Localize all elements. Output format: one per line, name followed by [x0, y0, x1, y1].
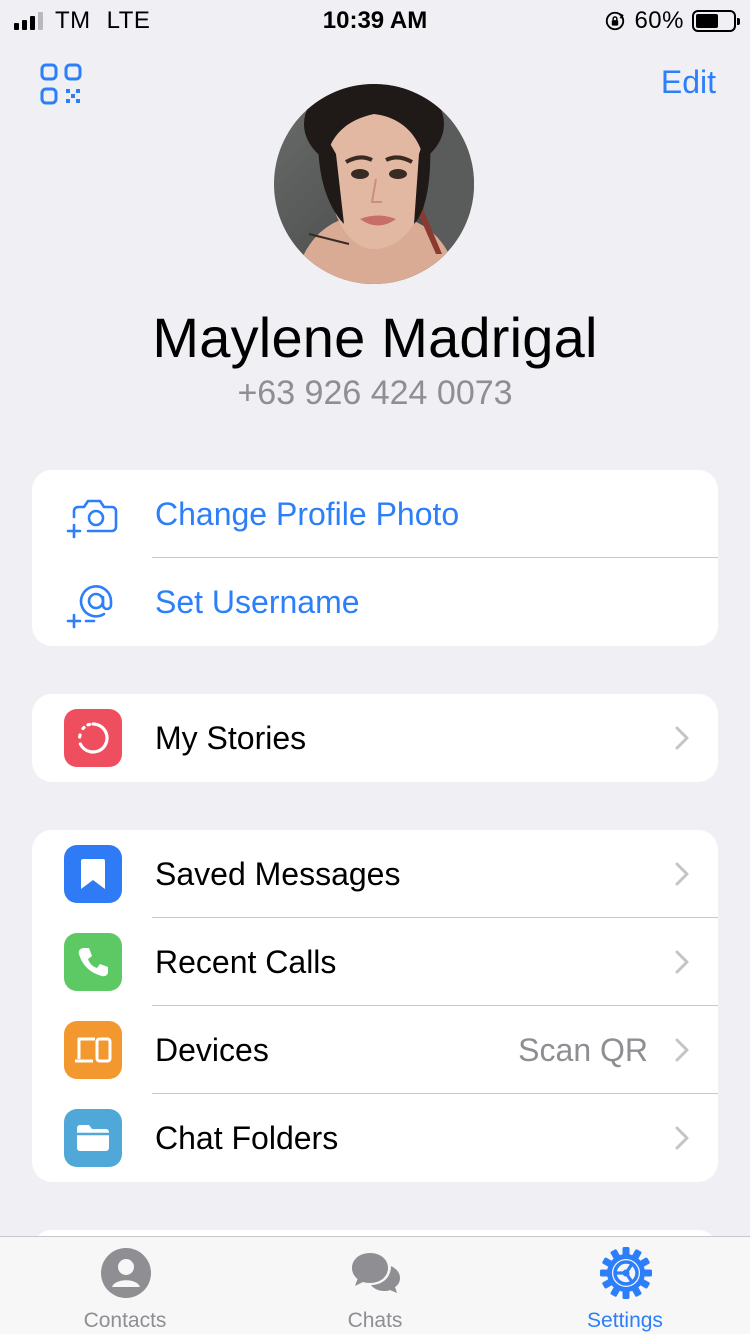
contacts-icon [101, 1248, 151, 1298]
edit-button[interactable]: Edit [661, 64, 716, 101]
phone-icon [64, 933, 122, 991]
chevron-right-icon [675, 1126, 689, 1150]
camera-add-icon [66, 499, 118, 539]
my-stories-label: My Stories [155, 719, 307, 756]
scan-qr-value: Scan QR [518, 1031, 648, 1068]
qr-code-icon[interactable] [40, 63, 82, 105]
settings-gear-icon [600, 1247, 652, 1299]
stories-icon [64, 709, 122, 767]
folder-icon [64, 1109, 122, 1167]
devices-label: Devices [155, 1031, 269, 1068]
set-username-label: Set Username [155, 583, 360, 620]
tab-settings-label: Settings [587, 1309, 663, 1332]
saved-messages-row[interactable]: Saved Messages [32, 830, 718, 918]
tab-chats-label: Chats [347, 1309, 403, 1332]
devices-row[interactable]: Devices Scan QR [32, 1006, 718, 1094]
chat-folders-row[interactable]: Chat Folders [32, 1094, 718, 1182]
chevron-right-icon [675, 1038, 689, 1062]
tab-contacts-label: Contacts [83, 1309, 167, 1332]
chat-folders-label: Chat Folders [155, 1119, 339, 1156]
saved-messages-label: Saved Messages [155, 855, 401, 892]
change-profile-photo-label: Change Profile Photo [155, 495, 460, 532]
profile-phone: +63 926 424 0073 [237, 374, 513, 412]
profile-name: Maylene Madrigal [152, 306, 598, 369]
bookmark-icon [64, 845, 122, 903]
set-username-button[interactable]: Set Username [32, 558, 718, 646]
settings-screen: TM LTE 10:39 AM 60% Edit Maylene Madriga… [0, 0, 750, 1334]
change-profile-photo-button[interactable]: Change Profile Photo [32, 470, 718, 558]
battery-percent: 60% [634, 7, 684, 34]
tab-chats[interactable]: Chats [250, 1237, 500, 1334]
stories-group: My Stories [32, 694, 718, 782]
status-bar: TM LTE 10:39 AM 60% [0, 0, 750, 40]
chevron-right-icon [675, 950, 689, 974]
at-add-icon [66, 585, 113, 629]
recent-calls-row[interactable]: Recent Calls [32, 918, 718, 1006]
tab-settings[interactable]: Settings [500, 1237, 750, 1334]
devices-icon [64, 1021, 122, 1079]
chats-icon [352, 1253, 400, 1293]
tab-bar: Contacts Chats Settings [0, 1236, 750, 1334]
profile-actions-group: Change Profile Photo Set Username [32, 470, 718, 646]
status-right: 60% [604, 7, 740, 35]
avatar[interactable] [274, 84, 474, 284]
rotation-lock-icon [606, 11, 625, 31]
recent-calls-label: Recent Calls [155, 943, 337, 980]
menu-group: Saved Messages Recent Calls Devices Scan… [32, 830, 718, 1182]
battery-icon [692, 10, 740, 32]
tab-contacts[interactable]: Contacts [0, 1237, 250, 1334]
my-stories-row[interactable]: My Stories [32, 694, 718, 782]
chevron-right-icon [675, 726, 689, 750]
chevron-right-icon [675, 862, 689, 886]
